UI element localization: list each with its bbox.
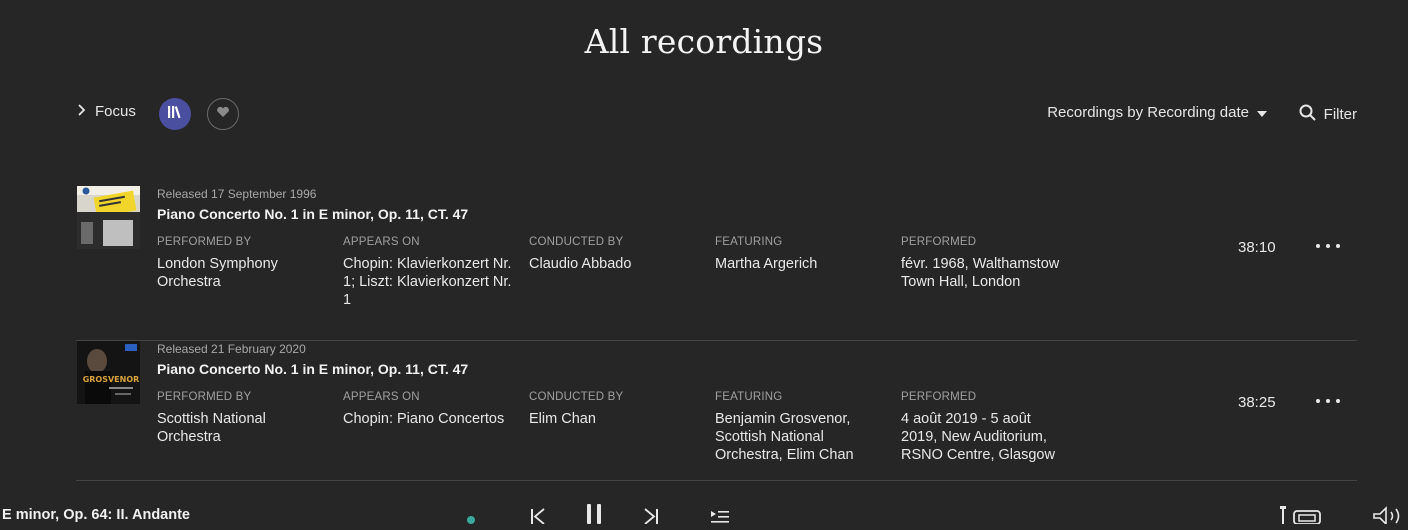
heart-icon [216, 105, 230, 123]
performed-by-label: PERFORMED BY [157, 236, 252, 248]
recording-row[interactable]: Released 17 September 1996 Piano Concert… [76, 185, 1357, 341]
performed-by-column: PERFORMED BY London Symphony Orchestra [157, 236, 327, 291]
sort-label: Recordings by Recording date [1047, 104, 1249, 121]
performed-column: PERFORMED 4 août 2019 - 5 août 2019, New… [901, 391, 1071, 464]
album-cover[interactable] [77, 186, 140, 249]
featuring-column: FEATURING Benjamin Grosvenor, Scottish N… [715, 391, 885, 464]
more-dot-icon [1316, 399, 1320, 403]
work-title[interactable]: Piano Concerto No. 1 in E minor, Op. 11,… [157, 361, 468, 377]
more-dot-icon [1326, 399, 1330, 403]
library-filter-button[interactable] [159, 98, 191, 130]
duration: 38:10 [1238, 239, 1276, 256]
filter-button[interactable]: Filter [1299, 104, 1357, 125]
appears-on-label: APPEARS ON [343, 236, 420, 248]
appears-on-column: APPEARS ON Chopin: Piano Concertos [343, 391, 513, 428]
next-track-icon[interactable] [643, 508, 659, 529]
queue-icon[interactable] [711, 510, 729, 529]
featuring-value[interactable]: Martha Argerich [715, 255, 885, 273]
library-icon [167, 105, 183, 124]
status-indicator-icon [466, 512, 476, 530]
performed-by-label: PERFORMED BY [157, 391, 252, 403]
featuring-column: FEATURING Martha Argerich [715, 236, 885, 273]
featuring-label: FEATURING [715, 391, 783, 403]
more-dot-icon [1336, 399, 1340, 403]
appears-on-label: APPEARS ON [343, 391, 420, 403]
performed-by-value[interactable]: London Symphony Orchestra [157, 255, 327, 291]
performed-value: 4 août 2019 - 5 août 2019, New Auditoriu… [901, 411, 1055, 463]
focus-toggle[interactable]: Focus [76, 103, 136, 120]
more-options-button[interactable] [1316, 395, 1340, 407]
filter-label: Filter [1323, 106, 1357, 123]
duration: 38:25 [1238, 394, 1276, 411]
player-bar: E minor, Op. 64: II. Andante [0, 494, 1408, 526]
favorites-filter-button[interactable] [207, 98, 239, 130]
page-title: All recordings [584, 22, 824, 61]
sort-select[interactable]: Recordings by Recording date [1047, 104, 1267, 121]
search-icon [1299, 104, 1316, 125]
caret-down-icon [1257, 104, 1267, 121]
conducted-by-label: CONDUCTED BY [529, 236, 624, 248]
appears-on-column: APPEARS ON Chopin: Klavierkonzert Nr. 1;… [343, 236, 513, 309]
performed-value: févr. 1968, Walthamstow Town Hall, Londo… [901, 256, 1060, 290]
featuring-value[interactable]: Benjamin Grosvenor, Scottish National Or… [715, 410, 885, 464]
more-dot-icon [1336, 244, 1340, 248]
performed-column: PERFORMED févr. 1968, Walthamstow Town H… [901, 236, 1071, 291]
conducted-by-value[interactable]: Claudio Abbado [529, 255, 699, 273]
focus-label: Focus [95, 103, 136, 120]
volume-icon[interactable] [1372, 506, 1404, 529]
previous-track-icon[interactable] [530, 508, 546, 529]
appears-on-value[interactable]: Chopin: Piano Concertos [343, 410, 513, 428]
now-playing-title[interactable]: E minor, Op. 64: II. Andante [2, 507, 190, 523]
appears-on-value[interactable]: Chopin: Klavierkonzert Nr. 1; Liszt: Kla… [343, 255, 513, 309]
conducted-by-label: CONDUCTED BY [529, 391, 624, 403]
performed-by-value[interactable]: Scottish National Orchestra [157, 410, 327, 446]
more-dot-icon [1316, 244, 1320, 248]
album-cover[interactable]: GROSVENOR [77, 341, 140, 404]
recording-row[interactable]: GROSVENOR Released 21 February 2020 Pian… [76, 340, 1357, 481]
conducted-by-value[interactable]: Elim Chan [529, 410, 699, 428]
chevron-right-icon [76, 103, 86, 120]
performed-label: PERFORMED [901, 391, 977, 403]
cast-device-icon[interactable] [1278, 506, 1324, 529]
more-options-button[interactable] [1316, 240, 1340, 252]
conducted-by-column: CONDUCTED BY Claudio Abbado [529, 236, 699, 273]
pause-icon[interactable] [585, 504, 603, 529]
work-title[interactable]: Piano Concerto No. 1 in E minor, Op. 11,… [157, 206, 468, 222]
more-dot-icon [1326, 244, 1330, 248]
conducted-by-column: CONDUCTED BY Elim Chan [529, 391, 699, 428]
release-date: Released 21 February 2020 [157, 342, 306, 356]
release-date: Released 17 September 1996 [157, 187, 317, 201]
performed-by-column: PERFORMED BY Scottish National Orchestra [157, 391, 327, 446]
cover-text: GROSVENOR [83, 375, 140, 384]
performed-label: PERFORMED [901, 236, 977, 248]
featuring-label: FEATURING [715, 236, 783, 248]
